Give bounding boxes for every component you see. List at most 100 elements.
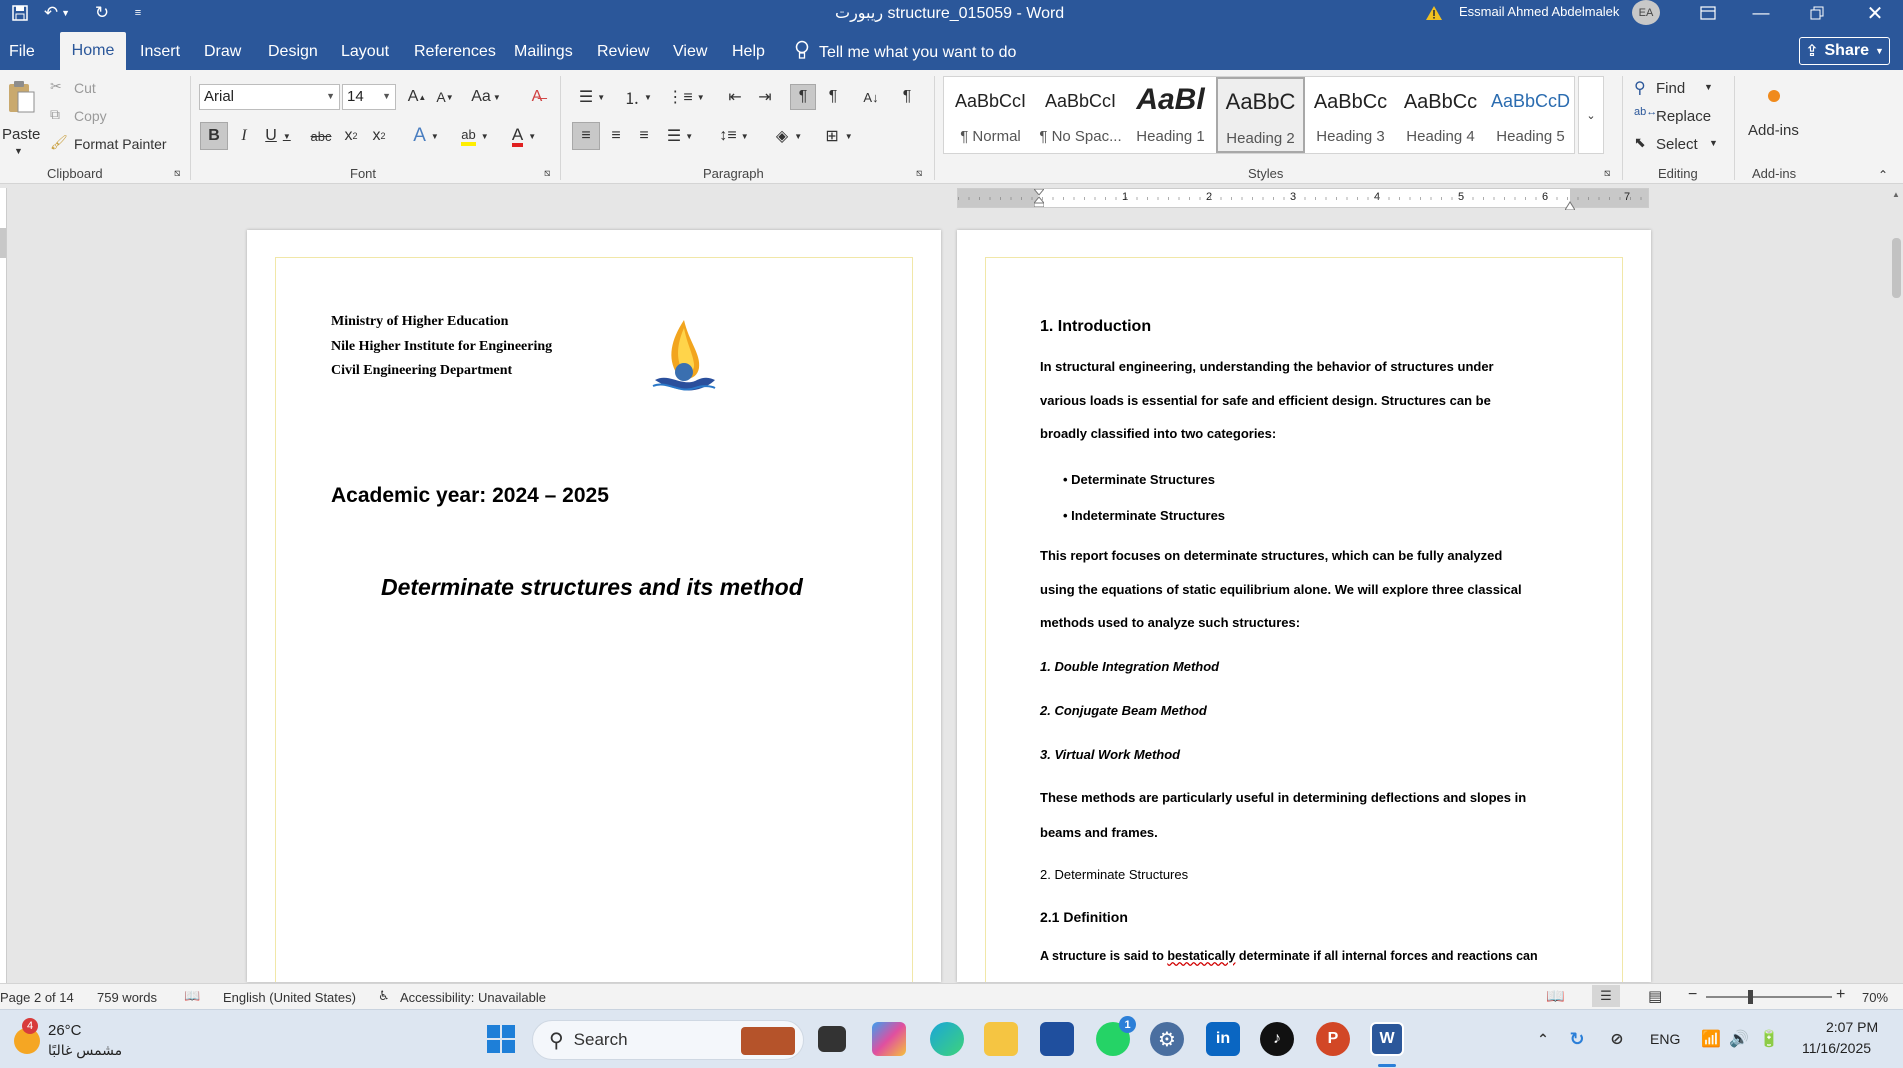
underline-button[interactable]: U ▼ bbox=[260, 122, 296, 150]
style-heading-5[interactable]: AaBbCcD Heading 5 bbox=[1486, 77, 1575, 153]
font-color-icon[interactable]: A ▼ bbox=[504, 122, 544, 150]
clock-time[interactable]: 2:07 PM bbox=[1826, 1019, 1878, 1035]
print-layout-icon[interactable]: ☰ bbox=[1592, 985, 1620, 1007]
restore-icon[interactable] bbox=[1800, 0, 1834, 26]
zoom-out-icon[interactable]: − bbox=[1688, 986, 1697, 1004]
borders-icon[interactable]: ⊞ ▼ bbox=[818, 122, 860, 150]
grow-font-icon[interactable]: A ▲ bbox=[404, 84, 430, 110]
settings-icon[interactable]: ⚙ bbox=[1150, 1022, 1184, 1056]
tab-layout[interactable]: Layout bbox=[329, 34, 401, 70]
tab-review[interactable]: Review bbox=[585, 34, 661, 70]
minimize-icon[interactable]: — bbox=[1744, 0, 1778, 26]
volume-icon[interactable]: 🔊 bbox=[1722, 1022, 1756, 1056]
shrink-font-icon[interactable]: A ▼ bbox=[432, 84, 458, 110]
tab-mailings[interactable]: Mailings bbox=[502, 34, 585, 70]
style-heading-3[interactable]: AaBbCc Heading 3 bbox=[1306, 77, 1395, 153]
line-spacing-icon[interactable]: ↕≡ ▼ bbox=[714, 122, 754, 150]
styles-launcher-icon[interactable]: ⧅ bbox=[1604, 168, 1610, 179]
task-view-icon[interactable] bbox=[818, 1026, 846, 1052]
user-name[interactable]: Essmail Ahmed Abdelmalek bbox=[1459, 4, 1619, 19]
ribbon-display-options-icon[interactable] bbox=[1694, 0, 1722, 26]
justify-icon[interactable]: ☰ ▼ bbox=[660, 122, 700, 150]
text-effects-icon[interactable]: A ▼ bbox=[406, 122, 446, 150]
windows-start-icon[interactable] bbox=[484, 1022, 518, 1056]
style-heading-4[interactable]: AaBbCc Heading 4 bbox=[1396, 77, 1485, 153]
document-page-2[interactable]: 1. Introduction In structural engineerin… bbox=[957, 230, 1651, 982]
redo-icon[interactable]: ↻ bbox=[90, 0, 114, 26]
battery-icon[interactable]: 🔋 bbox=[1752, 1022, 1786, 1056]
sort-icon[interactable]: A↓ bbox=[858, 84, 884, 110]
taskbar-search[interactable]: ⚲ Search bbox=[532, 1020, 804, 1060]
clear-formatting-icon[interactable]: A̶ bbox=[524, 84, 550, 110]
styles-more-icon[interactable]: ⌄ bbox=[1578, 76, 1604, 154]
change-case-icon[interactable]: Aa ▼ bbox=[468, 84, 504, 110]
subscript-button[interactable]: x2 bbox=[338, 122, 364, 150]
scrollbar-up-icon[interactable]: ▲ bbox=[1892, 190, 1900, 199]
style-heading-2[interactable]: AaBbC Heading 2 bbox=[1216, 77, 1305, 153]
addins-button[interactable]: Add-ins bbox=[1742, 76, 1808, 162]
copilot-icon[interactable] bbox=[872, 1022, 906, 1056]
tab-draw[interactable]: Draw bbox=[192, 34, 253, 70]
bullets-icon[interactable]: ☰ ▼ bbox=[572, 84, 612, 110]
language-indicator[interactable]: English (United States) bbox=[223, 990, 356, 1005]
shading-icon[interactable]: ◈ ▼ bbox=[768, 122, 810, 150]
rtl-direction-icon[interactable]: ¶ bbox=[820, 84, 846, 110]
italic-button[interactable]: I bbox=[232, 122, 256, 150]
zoom-slider-thumb[interactable] bbox=[1748, 990, 1753, 1004]
customize-quick-access-icon[interactable]: ≡ bbox=[130, 0, 146, 26]
format-painter-button[interactable]: 🖌 Format Painter bbox=[50, 134, 180, 156]
clipboard-launcher-icon[interactable]: ⧅ bbox=[174, 168, 180, 179]
tab-file[interactable]: File bbox=[0, 34, 47, 70]
copy-button[interactable]: ⧉ Copy bbox=[50, 106, 150, 128]
font-name-combo[interactable]: Arial ▼ bbox=[199, 84, 340, 110]
decrease-indent-icon[interactable]: ⇤ bbox=[722, 84, 748, 110]
zoom-in-icon[interactable]: + bbox=[1836, 986, 1845, 1004]
close-icon[interactable]: ✕ bbox=[1858, 0, 1892, 26]
replace-button[interactable]: ab↔ Replace bbox=[1634, 106, 1720, 128]
no-camera-icon[interactable]: ⊘ bbox=[1600, 1022, 1634, 1056]
accessibility-status[interactable]: Accessibility: Unavailable bbox=[400, 990, 546, 1005]
style-no-spacing[interactable]: AaBbCcI ¶ No Spac... bbox=[1036, 77, 1125, 153]
scrollbar-thumb[interactable] bbox=[1892, 238, 1901, 298]
find-button[interactable]: ⚲ Find ▼ bbox=[1634, 78, 1720, 100]
read-mode-icon[interactable]: 📖 bbox=[1546, 987, 1565, 1005]
tab-help[interactable]: Help bbox=[720, 34, 777, 70]
bold-button[interactable]: B bbox=[200, 122, 228, 150]
increase-indent-icon[interactable]: ⇥ bbox=[752, 84, 778, 110]
align-center-icon[interactable]: ≡ bbox=[602, 122, 630, 150]
font-launcher-icon[interactable]: ⧅ bbox=[544, 168, 550, 179]
select-button[interactable]: ⬉ Select ▼ bbox=[1634, 134, 1720, 156]
tab-design[interactable]: Design bbox=[256, 34, 330, 70]
tab-references[interactable]: References bbox=[402, 34, 508, 70]
save-icon[interactable] bbox=[8, 0, 32, 26]
input-language[interactable]: ENG bbox=[1650, 1031, 1680, 1047]
ltr-direction-icon[interactable]: ¶ bbox=[790, 84, 816, 110]
linkedin-icon[interactable]: in bbox=[1206, 1022, 1240, 1056]
file-explorer-icon[interactable] bbox=[984, 1022, 1018, 1056]
tab-insert[interactable]: Insert bbox=[128, 34, 192, 70]
strikethrough-button[interactable]: abc bbox=[306, 122, 336, 150]
avatar[interactable]: EA bbox=[1632, 0, 1660, 25]
store-icon[interactable] bbox=[1040, 1022, 1074, 1056]
whatsapp-icon[interactable]: 1 bbox=[1096, 1016, 1136, 1056]
paragraph-launcher-icon[interactable]: ⧅ bbox=[916, 168, 922, 179]
style-heading-1[interactable]: AaBl Heading 1 bbox=[1126, 77, 1215, 153]
word-count[interactable]: 759 words bbox=[97, 990, 157, 1005]
highlight-color-icon[interactable]: ab ▼ bbox=[454, 122, 496, 150]
zoom-level[interactable]: 70% bbox=[1862, 990, 1888, 1005]
document-page-1[interactable]: Ministry of Higher Education Nile Higher… bbox=[247, 230, 941, 982]
vertical-ruler[interactable] bbox=[0, 188, 7, 983]
horizontal-ruler[interactable]: 1 2 3 4 5 6 7 bbox=[957, 188, 1649, 211]
vertical-scrollbar[interactable]: ▲ bbox=[1890, 188, 1903, 983]
misspelled-word[interactable]: bestatically bbox=[1167, 949, 1235, 963]
cut-button[interactable]: ✂ Cut bbox=[50, 78, 150, 100]
font-size-combo[interactable]: 14 ▼ bbox=[342, 84, 396, 110]
style-normal[interactable]: AaBbCcI ¶ Normal bbox=[946, 77, 1035, 153]
undo-icon[interactable]: ↶ ▼ bbox=[42, 0, 72, 26]
paste-button[interactable]: Paste ▼ bbox=[0, 76, 40, 166]
numbering-icon[interactable]: ⒈ ▼ bbox=[618, 84, 658, 110]
share-button[interactable]: ⇪ Share ▼ bbox=[1799, 37, 1890, 65]
multilevel-list-icon[interactable]: ⋮≡ ▼ bbox=[666, 84, 706, 110]
show-formatting-marks-icon[interactable]: ¶ bbox=[894, 84, 920, 110]
tab-view[interactable]: View bbox=[661, 34, 719, 70]
